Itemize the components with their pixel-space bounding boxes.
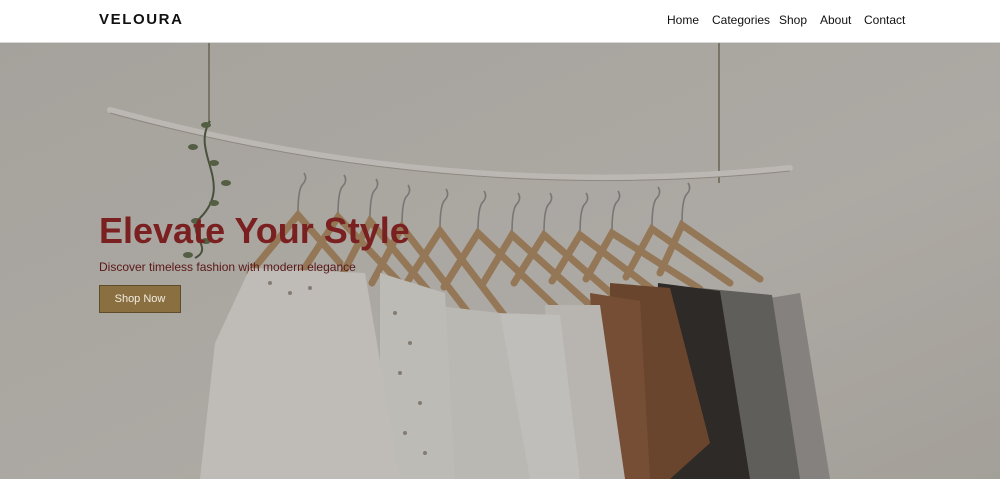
- nav-link-about[interactable]: About: [820, 13, 851, 27]
- top-navbar: VELOURA Home Categories Shop About Conta…: [0, 0, 1000, 43]
- hero-subtitle: Discover timeless fashion with modern el…: [99, 260, 356, 274]
- hero-section: Elevate Your Style Discover timeless fas…: [0, 43, 1000, 479]
- nav-link-shop[interactable]: Shop: [779, 13, 807, 27]
- shop-now-button[interactable]: Shop Now: [99, 285, 181, 313]
- nav-link-contact[interactable]: Contact: [864, 13, 905, 27]
- hero-title: Elevate Your Style: [99, 210, 410, 251]
- nav-link-home[interactable]: Home: [667, 13, 699, 27]
- nav-link-categories[interactable]: Categories: [712, 13, 770, 27]
- main-nav: Home Categories Shop About Contact: [0, 13, 1000, 29]
